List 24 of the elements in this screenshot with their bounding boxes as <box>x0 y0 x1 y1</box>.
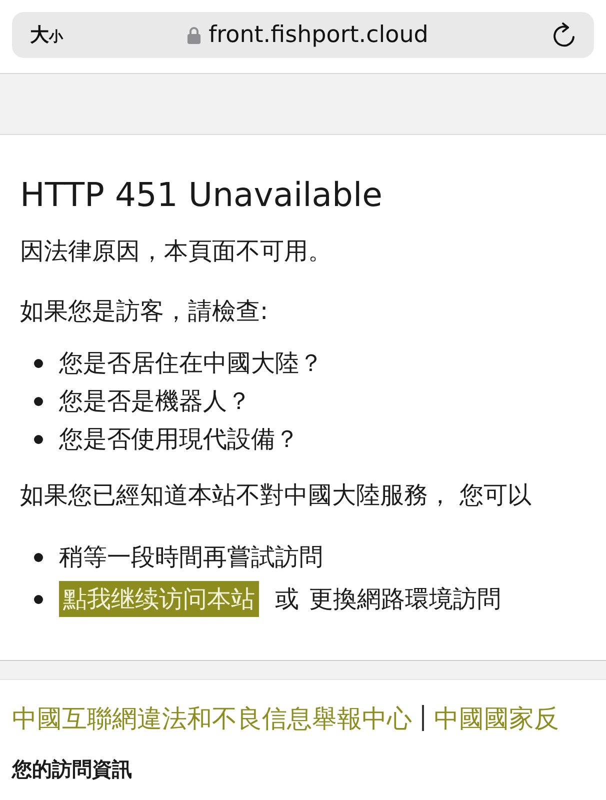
check-item: 您是否居住在中國大陸？ <box>59 348 323 379</box>
check-item: 您是否使用現代設備？ <box>59 424 299 455</box>
page-title: HTTP 451 Unavailable <box>20 175 384 214</box>
bullet-icon <box>34 358 43 368</box>
check-item: 您是否是機器人？ <box>59 386 251 417</box>
visit-info-heading: 您的訪問資訊 <box>12 756 133 783</box>
visitor-prompt: 如果您是訪客，請檢查: <box>20 296 270 327</box>
option-text: 更換網路環境訪問 <box>309 584 501 615</box>
report-link[interactable]: 中國互聯網違法和不良信息舉報中心 <box>12 702 412 734</box>
option-text: 稍等一段時間再嘗試訪問 <box>59 542 323 573</box>
continue-link[interactable]: 點我继续访问本站 <box>59 581 259 617</box>
url-text: front.fishport.cloud <box>208 22 428 48</box>
report-link[interactable]: 中國國家反 <box>434 702 559 734</box>
bullet-icon <box>34 396 43 406</box>
address-bar[interactable]: 大小 front.fishport.cloud <box>12 12 594 58</box>
reload-icon[interactable] <box>552 22 576 48</box>
text-size-button[interactable]: 大小 <box>30 22 63 48</box>
bullet-icon <box>34 594 43 604</box>
known-prompt: 如果您已經知道本站不對中國大陸服務， 您可以 <box>20 480 533 511</box>
bullet-icon <box>34 434 43 444</box>
bullet-icon <box>34 552 43 562</box>
or-text: 或 <box>275 584 299 615</box>
lock-icon <box>186 26 201 44</box>
intro-text: 因法律原因，本頁面不可用。 <box>20 236 333 267</box>
